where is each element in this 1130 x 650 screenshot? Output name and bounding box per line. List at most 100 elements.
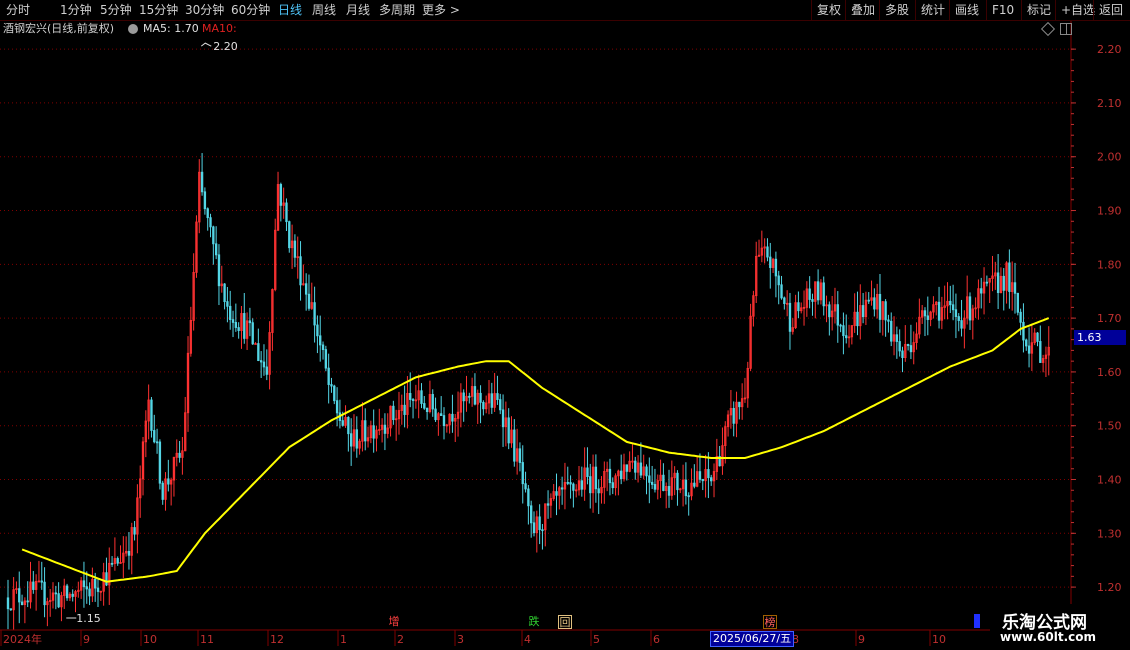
candle-body	[620, 470, 623, 480]
candle-body	[1027, 345, 1031, 354]
candle-body	[634, 460, 637, 473]
high-arrow-icon	[200, 42, 212, 47]
candle-body	[861, 305, 865, 318]
candle-body	[411, 399, 415, 401]
candle-body	[372, 425, 375, 439]
watermark: 乐淘公式网 www.60lt.com	[990, 604, 1130, 650]
period-tab-3[interactable]: 15分钟	[139, 1, 178, 19]
candle-body	[890, 320, 893, 342]
candle-body	[580, 480, 583, 490]
candle-body	[94, 578, 97, 589]
period-tab-8[interactable]: 月线	[346, 1, 370, 19]
marker-die[interactable]: 跌	[527, 615, 541, 629]
panel-toggle-icon[interactable]	[1060, 23, 1072, 35]
month-label: 3	[457, 633, 464, 646]
marker-hui[interactable]: 回	[558, 615, 572, 629]
marker-zeng[interactable]: 增	[387, 615, 401, 629]
candle-body	[105, 572, 108, 586]
y-tick-label: 2.20	[1097, 43, 1122, 56]
period-tab-4[interactable]: 30分钟	[185, 1, 224, 19]
indicator-settings-icon[interactable]	[128, 24, 138, 34]
candle-body	[808, 288, 811, 300]
candle-body	[594, 466, 598, 490]
candle-body	[569, 482, 572, 485]
candle-body	[259, 360, 263, 363]
toolbar-button-1[interactable]: 叠加	[845, 0, 880, 20]
y-tick-label: 1.90	[1097, 205, 1122, 218]
candle-body	[926, 315, 929, 320]
ma5-line	[21, 317, 1050, 583]
candle-body	[738, 401, 741, 408]
candle-body	[667, 486, 671, 496]
candle-body	[161, 482, 164, 500]
candle-body	[313, 302, 316, 326]
candle-body	[6, 597, 10, 610]
candle-body	[923, 310, 927, 317]
marker-blue[interactable]	[974, 614, 980, 628]
candle-body	[707, 469, 710, 479]
period-tab-2[interactable]: 5分钟	[100, 1, 132, 19]
candle-body	[116, 558, 119, 564]
candle-body	[625, 464, 629, 472]
price-chart[interactable]: 1.20 1.30 1.40 1.50 1.60 1.70 1.80 1.90 2.00 2.10…	[0, 0, 1130, 650]
candle-body	[1008, 262, 1011, 292]
toolbar-button-8[interactable]: 返回	[1093, 0, 1128, 20]
candle-body	[158, 441, 162, 484]
candle-body	[324, 349, 328, 369]
period-tab-5[interactable]: 60分钟	[231, 1, 270, 19]
candle-body	[541, 529, 544, 532]
month-label: 9	[858, 633, 865, 646]
candle-body	[1039, 341, 1042, 363]
toolbar-button-0[interactable]: 复权	[811, 0, 846, 20]
candle-body	[901, 350, 904, 359]
ma5-value: MA5: 1.70	[143, 22, 199, 35]
marker-bang[interactable]: 榜	[763, 615, 777, 629]
y-tick-label: 1.80	[1097, 258, 1122, 271]
candle-body	[572, 483, 575, 491]
candle-body	[766, 246, 769, 258]
y-tick-label: 1.40	[1097, 474, 1122, 487]
candle-body	[586, 467, 589, 478]
candle-body	[330, 384, 333, 387]
candle-body	[214, 243, 218, 256]
candle-body	[57, 593, 60, 608]
candle-body	[608, 468, 612, 484]
candle-body	[909, 345, 913, 353]
candle-body	[473, 386, 477, 405]
period-tab-10[interactable]: 更多 >	[422, 1, 460, 19]
period-tab-1[interactable]: 1分钟	[60, 1, 92, 19]
candle-body	[209, 217, 212, 228]
toolbar-button-2[interactable]: 多股	[879, 0, 914, 20]
candle-body	[836, 304, 839, 326]
candle-body	[223, 283, 226, 303]
candle-body	[532, 522, 536, 534]
candle-body	[698, 471, 702, 480]
candle-body	[9, 608, 12, 611]
candle-body	[349, 433, 353, 447]
toolbar-button-6[interactable]: 标记	[1021, 0, 1056, 20]
candle-body	[555, 491, 558, 496]
candle-body	[887, 319, 890, 322]
candle-body	[155, 441, 159, 444]
period-tab-0[interactable]: 分时	[6, 1, 30, 19]
y-tick-label: 1.60	[1097, 366, 1122, 379]
toolbar-button-3[interactable]: 统计	[915, 0, 950, 20]
period-tab-7[interactable]: 周线	[312, 1, 336, 19]
candle-body	[71, 593, 74, 597]
candle-body	[650, 481, 654, 485]
period-tab-9[interactable]: 多周期	[379, 1, 415, 19]
toolbar-button-4[interactable]: 画线	[949, 0, 984, 20]
candle-body	[797, 302, 800, 312]
toolbar-button-5[interactable]: F10	[986, 0, 1019, 20]
period-tab-6[interactable]: 日线	[278, 1, 302, 19]
candle-body	[335, 400, 339, 414]
candle-body	[206, 208, 209, 219]
candle-body	[960, 320, 963, 329]
candle-body	[1016, 292, 1019, 313]
candle-body	[243, 313, 246, 339]
candlestick-series	[6, 153, 1050, 630]
ma-line-series	[21, 317, 1050, 583]
candle-body	[150, 399, 153, 431]
candle-body	[949, 300, 952, 306]
candle-body	[451, 413, 454, 422]
